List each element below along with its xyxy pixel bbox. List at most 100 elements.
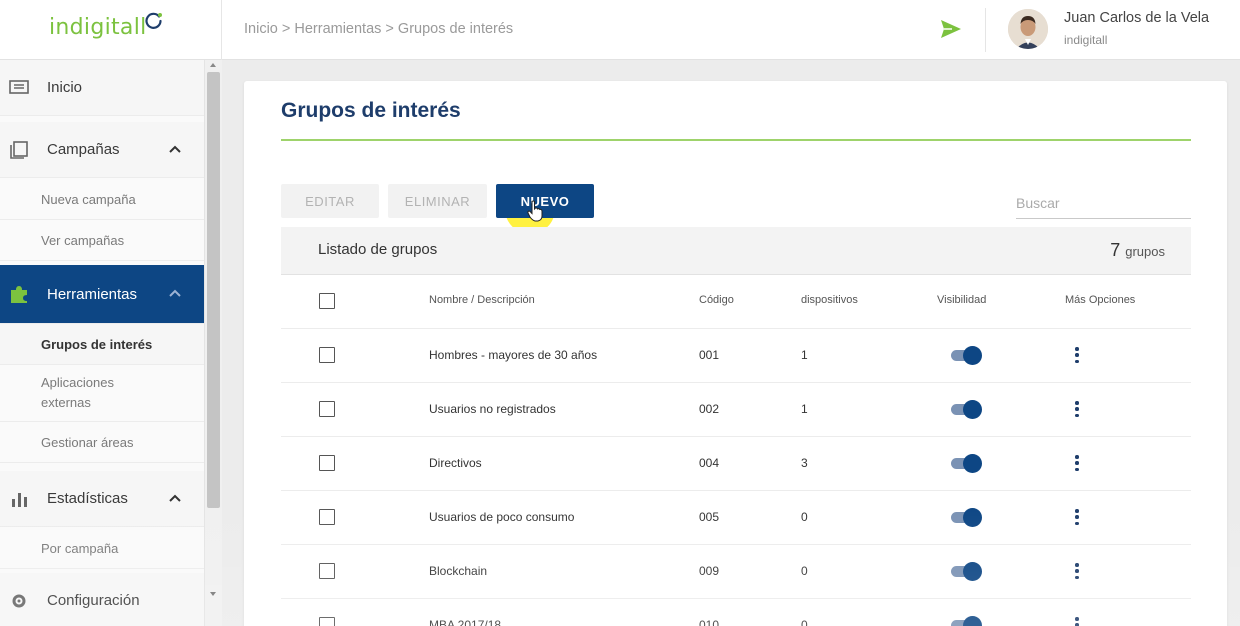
- visibility-toggle[interactable]: [951, 508, 982, 527]
- select-all-checkbox[interactable]: [319, 293, 335, 309]
- table-row[interactable]: MBA 2017/18 010 0: [281, 599, 1191, 626]
- row-code: 002: [699, 402, 720, 416]
- table-row[interactable]: Blockchain 009 0: [281, 545, 1191, 599]
- count-label: grupos: [1125, 244, 1165, 259]
- row-name: Usuarios de poco consumo: [429, 510, 575, 524]
- row-devices: 1: [801, 348, 808, 362]
- send-icon[interactable]: [939, 18, 963, 40]
- logo-area[interactable]: indigitall: [0, 0, 222, 60]
- row-devices: 0: [801, 510, 808, 524]
- sidebar-item-label: Por campaña: [41, 540, 119, 556]
- user-org: indigitall: [1064, 33, 1108, 47]
- sidebar-item-label: Ver campañas: [41, 232, 125, 248]
- sidebar-item-inicio[interactable]: Inicio: [0, 60, 204, 116]
- row-code: 004: [699, 456, 720, 470]
- edit-button[interactable]: EDITAR: [281, 184, 379, 218]
- sidebar-item-gestionar[interactable]: Gestionar áreas: [0, 422, 204, 463]
- table-row[interactable]: Usuarios no registrados 002 1: [281, 383, 1191, 437]
- sidebar-item-por-campana[interactable]: Por campaña: [0, 528, 204, 569]
- chevron-up-icon[interactable]: [166, 490, 184, 508]
- row-code: 005: [699, 510, 720, 524]
- column-header-code[interactable]: Código: [699, 294, 734, 306]
- more-options-icon[interactable]: [1073, 561, 1081, 581]
- sidebar-item-label: Gestionar áreas: [41, 434, 134, 450]
- row-checkbox[interactable]: [319, 617, 335, 626]
- avatar[interactable]: [1008, 9, 1048, 49]
- sidebar-item-label: Inicio: [47, 79, 83, 96]
- visibility-toggle[interactable]: [951, 346, 982, 365]
- user-name[interactable]: Juan Carlos de la Vela: [1064, 10, 1209, 26]
- table-row[interactable]: Directivos 004 3: [281, 437, 1191, 491]
- row-devices: 3: [801, 456, 808, 470]
- scroll-up-icon[interactable]: [210, 63, 216, 67]
- visibility-toggle[interactable]: [951, 616, 982, 626]
- visibility-toggle[interactable]: [951, 454, 982, 473]
- row-checkbox[interactable]: [319, 347, 335, 363]
- table-row[interactable]: Hombres - mayores de 30 años 001 1: [281, 329, 1191, 383]
- column-header-more: Más Opciones: [1065, 294, 1136, 306]
- list-title: Listado de grupos: [318, 241, 438, 258]
- delete-button[interactable]: ELIMINAR: [388, 184, 487, 218]
- scrollbar-thumb[interactable]: [207, 72, 220, 508]
- sidebar-item-label: Aplicaciones externas: [41, 375, 114, 410]
- row-devices: 0: [801, 564, 808, 578]
- sidebar-item-label: Estadísticas: [47, 490, 128, 507]
- sidebar-item-label: Herramientas: [47, 285, 138, 303]
- more-options-icon[interactable]: [1073, 453, 1081, 473]
- title-divider: [281, 139, 1191, 141]
- row-name: MBA 2017/18: [429, 618, 502, 626]
- sidebar-item-campanas[interactable]: Campañas: [0, 122, 204, 178]
- main-card: Grupos de interés EDITAR ELIMINAR NUEVO …: [244, 81, 1227, 626]
- row-code: 009: [699, 564, 720, 578]
- row-checkbox[interactable]: [319, 401, 335, 417]
- sidebar-item-nueva-campana[interactable]: Nueva campaña: [0, 179, 204, 220]
- top-bar: indigitall Inicio > Herramientas > Grupo…: [0, 0, 1240, 60]
- column-header-visibility[interactable]: Visibilidad: [937, 294, 986, 306]
- row-name: Usuarios no registrados: [429, 402, 556, 416]
- column-header-devices[interactable]: dispositivos: [801, 294, 858, 306]
- breadcrumb[interactable]: Inicio > Herramientas > Grupos de interé…: [244, 21, 513, 37]
- row-name: Hombres - mayores de 30 años: [429, 348, 598, 362]
- new-button[interactable]: NUEVO: [496, 184, 594, 218]
- logo[interactable]: indigitall: [49, 15, 147, 40]
- user-photo-icon: [1008, 9, 1048, 49]
- search-input[interactable]: Buscar: [1016, 189, 1191, 219]
- sidebar-item-label: Nueva campaña: [41, 191, 136, 207]
- sidebar-item-label: Configuración: [47, 592, 140, 609]
- row-checkbox[interactable]: [319, 563, 335, 579]
- sidebar-item-label: Grupos de interés: [41, 336, 153, 352]
- group-count: 7 grupos: [1110, 240, 1165, 261]
- bar-chart-icon: [8, 488, 30, 510]
- sidebar-item-aplicaciones[interactable]: Aplicaciones externas: [0, 365, 204, 422]
- row-checkbox[interactable]: [319, 509, 335, 525]
- gear-icon: [8, 590, 30, 612]
- hand-cursor-icon: [527, 200, 543, 222]
- row-devices: 1: [801, 402, 808, 416]
- sidebar-item-configuracion[interactable]: Configuración: [0, 573, 204, 626]
- chevron-up-icon[interactable]: [166, 285, 184, 303]
- logo-mark-icon: [145, 12, 162, 29]
- monitor-icon: [8, 77, 30, 99]
- sidebar-item-estadisticas[interactable]: Estadísticas: [0, 471, 204, 527]
- page-title: Grupos de interés: [281, 99, 461, 122]
- more-options-icon[interactable]: [1073, 345, 1081, 365]
- row-name: Blockchain: [429, 564, 488, 578]
- visibility-toggle[interactable]: [951, 562, 982, 581]
- more-options-icon[interactable]: [1073, 507, 1081, 527]
- sidebar-scrollbar[interactable]: [205, 60, 222, 626]
- more-options-icon[interactable]: [1073, 399, 1081, 419]
- chevron-up-icon[interactable]: [166, 141, 184, 159]
- more-options-icon[interactable]: [1073, 615, 1081, 626]
- scroll-down-icon[interactable]: [210, 592, 216, 596]
- row-code: 001: [699, 348, 720, 362]
- sidebar-item-grupos[interactable]: Grupos de interés: [0, 324, 204, 365]
- sidebar-item-ver-campanas[interactable]: Ver campañas: [0, 220, 204, 261]
- row-checkbox[interactable]: [319, 455, 335, 471]
- list-header: Listado de grupos 7 grupos: [281, 227, 1191, 275]
- sidebar-item-herramientas[interactable]: Herramientas: [0, 265, 204, 324]
- visibility-toggle[interactable]: [951, 400, 982, 419]
- table-row[interactable]: Usuarios de poco consumo 005 0: [281, 491, 1191, 545]
- column-header-name[interactable]: Nombre / Descripción: [429, 294, 535, 306]
- copy-icon: [8, 139, 30, 161]
- sidebar-item-label: Campañas: [47, 141, 120, 158]
